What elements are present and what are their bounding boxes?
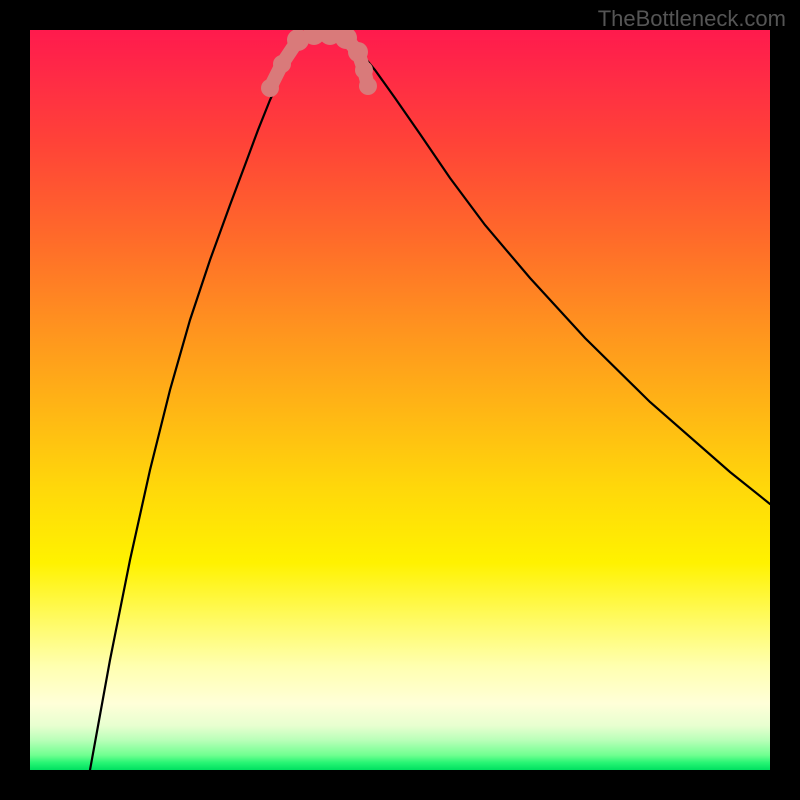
right-curve	[350, 40, 770, 504]
curve-overlay	[30, 30, 770, 770]
marker-dot	[348, 42, 368, 62]
marker-dot	[355, 61, 373, 79]
marker-dot	[273, 55, 291, 73]
attribution-text: TheBottleneck.com	[598, 6, 786, 32]
marker-dot	[261, 79, 279, 97]
marker-dots	[261, 30, 377, 97]
left-curve	[90, 40, 300, 770]
marker-dot	[359, 77, 377, 95]
bottleneck-chart	[30, 30, 770, 770]
